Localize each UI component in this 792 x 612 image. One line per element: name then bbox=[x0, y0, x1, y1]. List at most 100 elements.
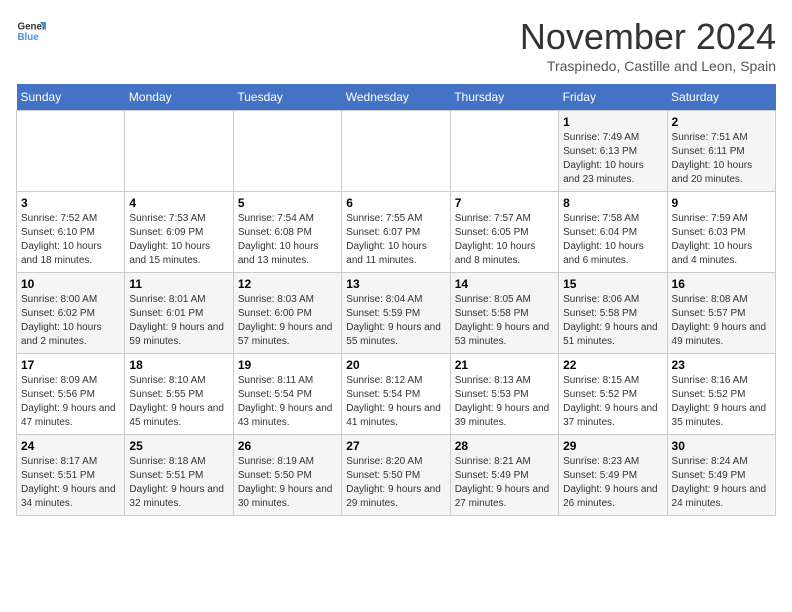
day-number: 24 bbox=[21, 439, 120, 453]
calendar-cell: 16 Sunrise: 8:08 AM Sunset: 5:57 PM Dayli… bbox=[667, 273, 775, 354]
calendar-cell: 23 Sunrise: 8:16 AM Sunset: 5:52 PM Dayli… bbox=[667, 354, 775, 435]
calendar-cell: 20 Sunrise: 8:12 AM Sunset: 5:54 PM Dayli… bbox=[342, 354, 450, 435]
day-number: 2 bbox=[672, 115, 771, 129]
calendar-cell: 26 Sunrise: 8:19 AM Sunset: 5:50 PM Dayli… bbox=[233, 435, 341, 516]
day-number: 20 bbox=[346, 358, 445, 372]
day-info: Sunrise: 7:59 AM Sunset: 6:03 PM Dayligh… bbox=[672, 212, 771, 268]
day-info: Sunrise: 7:58 AM Sunset: 6:04 PM Dayligh… bbox=[563, 212, 662, 268]
day-number: 22 bbox=[563, 358, 662, 372]
day-info: Sunrise: 7:53 AM Sunset: 6:09 PM Dayligh… bbox=[129, 212, 228, 268]
calendar-cell: 13 Sunrise: 8:04 AM Sunset: 5:59 PM Dayli… bbox=[342, 273, 450, 354]
day-info: Sunrise: 8:21 AM Sunset: 5:49 PM Dayligh… bbox=[455, 455, 554, 511]
day-info: Sunrise: 7:57 AM Sunset: 6:05 PM Dayligh… bbox=[455, 212, 554, 268]
calendar-cell: 9 Sunrise: 7:59 AM Sunset: 6:03 PM Daylig… bbox=[667, 192, 775, 273]
day-number: 1 bbox=[563, 115, 662, 129]
calendar-cell: 24 Sunrise: 8:17 AM Sunset: 5:51 PM Dayli… bbox=[17, 435, 125, 516]
day-number: 28 bbox=[455, 439, 554, 453]
day-info: Sunrise: 8:10 AM Sunset: 5:55 PM Dayligh… bbox=[129, 374, 228, 430]
day-info: Sunrise: 8:11 AM Sunset: 5:54 PM Dayligh… bbox=[238, 374, 337, 430]
calendar-cell bbox=[342, 111, 450, 192]
calendar-table: SundayMondayTuesdayWednesdayThursdayFrid… bbox=[16, 84, 776, 516]
day-number: 12 bbox=[238, 277, 337, 291]
page-header: General Blue November 2024 Traspinedo, C… bbox=[16, 16, 776, 74]
calendar-cell: 17 Sunrise: 8:09 AM Sunset: 5:56 PM Dayli… bbox=[17, 354, 125, 435]
logo-icon: General Blue bbox=[16, 16, 46, 46]
day-info: Sunrise: 7:51 AM Sunset: 6:11 PM Dayligh… bbox=[672, 131, 771, 187]
calendar-cell: 5Sunrise: 7:54 AM Sunset: 6:08 PM Daylig… bbox=[233, 192, 341, 273]
calendar-cell: 15 Sunrise: 8:06 AM Sunset: 5:58 PM Dayli… bbox=[559, 273, 667, 354]
day-number: 6 bbox=[346, 196, 445, 210]
calendar-cell: 8 Sunrise: 7:58 AM Sunset: 6:04 PM Daylig… bbox=[559, 192, 667, 273]
day-number: 18 bbox=[129, 358, 228, 372]
day-number: 5 bbox=[238, 196, 337, 210]
weekday-header-sunday: Sunday bbox=[17, 84, 125, 111]
calendar-cell: 21 Sunrise: 8:13 AM Sunset: 5:53 PM Dayli… bbox=[450, 354, 558, 435]
location-subtitle: Traspinedo, Castille and Leon, Spain bbox=[520, 58, 776, 74]
calendar-cell: 29 Sunrise: 8:23 AM Sunset: 5:49 PM Dayli… bbox=[559, 435, 667, 516]
day-number: 7 bbox=[455, 196, 554, 210]
calendar-cell: 7 Sunrise: 7:57 AM Sunset: 6:05 PM Daylig… bbox=[450, 192, 558, 273]
day-info: Sunrise: 7:52 AM Sunset: 6:10 PM Dayligh… bbox=[21, 212, 120, 268]
day-info: Sunrise: 8:05 AM Sunset: 5:58 PM Dayligh… bbox=[455, 293, 554, 349]
day-number: 15 bbox=[563, 277, 662, 291]
day-number: 17 bbox=[21, 358, 120, 372]
day-number: 21 bbox=[455, 358, 554, 372]
day-info: Sunrise: 8:23 AM Sunset: 5:49 PM Dayligh… bbox=[563, 455, 662, 511]
day-number: 8 bbox=[563, 196, 662, 210]
calendar-cell: 19 Sunrise: 8:11 AM Sunset: 5:54 PM Dayli… bbox=[233, 354, 341, 435]
day-number: 14 bbox=[455, 277, 554, 291]
day-number: 23 bbox=[672, 358, 771, 372]
weekday-header-thursday: Thursday bbox=[450, 84, 558, 111]
day-number: 3 bbox=[21, 196, 120, 210]
calendar-cell: 2 Sunrise: 7:51 AM Sunset: 6:11 PM Daylig… bbox=[667, 111, 775, 192]
calendar-cell: 28 Sunrise: 8:21 AM Sunset: 5:49 PM Dayli… bbox=[450, 435, 558, 516]
calendar-cell bbox=[125, 111, 233, 192]
day-number: 13 bbox=[346, 277, 445, 291]
day-info: Sunrise: 8:03 AM Sunset: 6:00 PM Dayligh… bbox=[238, 293, 337, 349]
day-number: 26 bbox=[238, 439, 337, 453]
calendar-cell: 14 Sunrise: 8:05 AM Sunset: 5:58 PM Dayli… bbox=[450, 273, 558, 354]
calendar-cell: 30Sunrise: 8:24 AM Sunset: 5:49 PM Dayli… bbox=[667, 435, 775, 516]
month-title: November 2024 bbox=[520, 16, 776, 58]
calendar-cell bbox=[450, 111, 558, 192]
day-info: Sunrise: 7:49 AM Sunset: 6:13 PM Dayligh… bbox=[563, 131, 662, 187]
weekday-header-saturday: Saturday bbox=[667, 84, 775, 111]
calendar-cell: 22Sunrise: 8:15 AM Sunset: 5:52 PM Dayli… bbox=[559, 354, 667, 435]
day-number: 9 bbox=[672, 196, 771, 210]
day-info: Sunrise: 8:18 AM Sunset: 5:51 PM Dayligh… bbox=[129, 455, 228, 511]
day-number: 10 bbox=[21, 277, 120, 291]
day-number: 19 bbox=[238, 358, 337, 372]
day-info: Sunrise: 8:00 AM Sunset: 6:02 PM Dayligh… bbox=[21, 293, 120, 349]
day-info: Sunrise: 8:04 AM Sunset: 5:59 PM Dayligh… bbox=[346, 293, 445, 349]
day-info: Sunrise: 8:08 AM Sunset: 5:57 PM Dayligh… bbox=[672, 293, 771, 349]
weekday-header-friday: Friday bbox=[559, 84, 667, 111]
day-info: Sunrise: 8:16 AM Sunset: 5:52 PM Dayligh… bbox=[672, 374, 771, 430]
day-info: Sunrise: 8:24 AM Sunset: 5:49 PM Dayligh… bbox=[672, 455, 771, 511]
day-number: 16 bbox=[672, 277, 771, 291]
day-info: Sunrise: 8:20 AM Sunset: 5:50 PM Dayligh… bbox=[346, 455, 445, 511]
day-number: 25 bbox=[129, 439, 228, 453]
day-info: Sunrise: 8:13 AM Sunset: 5:53 PM Dayligh… bbox=[455, 374, 554, 430]
day-number: 11 bbox=[129, 277, 228, 291]
day-info: Sunrise: 8:19 AM Sunset: 5:50 PM Dayligh… bbox=[238, 455, 337, 511]
calendar-cell bbox=[17, 111, 125, 192]
weekday-header-monday: Monday bbox=[125, 84, 233, 111]
calendar-cell bbox=[233, 111, 341, 192]
calendar-cell: 10 Sunrise: 8:00 AM Sunset: 6:02 PM Dayli… bbox=[17, 273, 125, 354]
day-number: 27 bbox=[346, 439, 445, 453]
calendar-cell: 6Sunrise: 7:55 AM Sunset: 6:07 PM Daylig… bbox=[342, 192, 450, 273]
calendar-cell: 12 Sunrise: 8:03 AM Sunset: 6:00 PM Dayli… bbox=[233, 273, 341, 354]
weekday-header-tuesday: Tuesday bbox=[233, 84, 341, 111]
calendar-cell: 18 Sunrise: 8:10 AM Sunset: 5:55 PM Dayli… bbox=[125, 354, 233, 435]
day-info: Sunrise: 8:09 AM Sunset: 5:56 PM Dayligh… bbox=[21, 374, 120, 430]
day-number: 29 bbox=[563, 439, 662, 453]
calendar-cell: 25 Sunrise: 8:18 AM Sunset: 5:51 PM Dayli… bbox=[125, 435, 233, 516]
calendar-cell: 11Sunrise: 8:01 AM Sunset: 6:01 PM Dayli… bbox=[125, 273, 233, 354]
weekday-header-wednesday: Wednesday bbox=[342, 84, 450, 111]
calendar-cell: 3 Sunrise: 7:52 AM Sunset: 6:10 PM Daylig… bbox=[17, 192, 125, 273]
day-info: Sunrise: 8:12 AM Sunset: 5:54 PM Dayligh… bbox=[346, 374, 445, 430]
day-info: Sunrise: 8:17 AM Sunset: 5:51 PM Dayligh… bbox=[21, 455, 120, 511]
day-info: Sunrise: 8:06 AM Sunset: 5:58 PM Dayligh… bbox=[563, 293, 662, 349]
calendar-cell: 27 Sunrise: 8:20 AM Sunset: 5:50 PM Dayli… bbox=[342, 435, 450, 516]
calendar-cell: 1 Sunrise: 7:49 AM Sunset: 6:13 PM Daylig… bbox=[559, 111, 667, 192]
